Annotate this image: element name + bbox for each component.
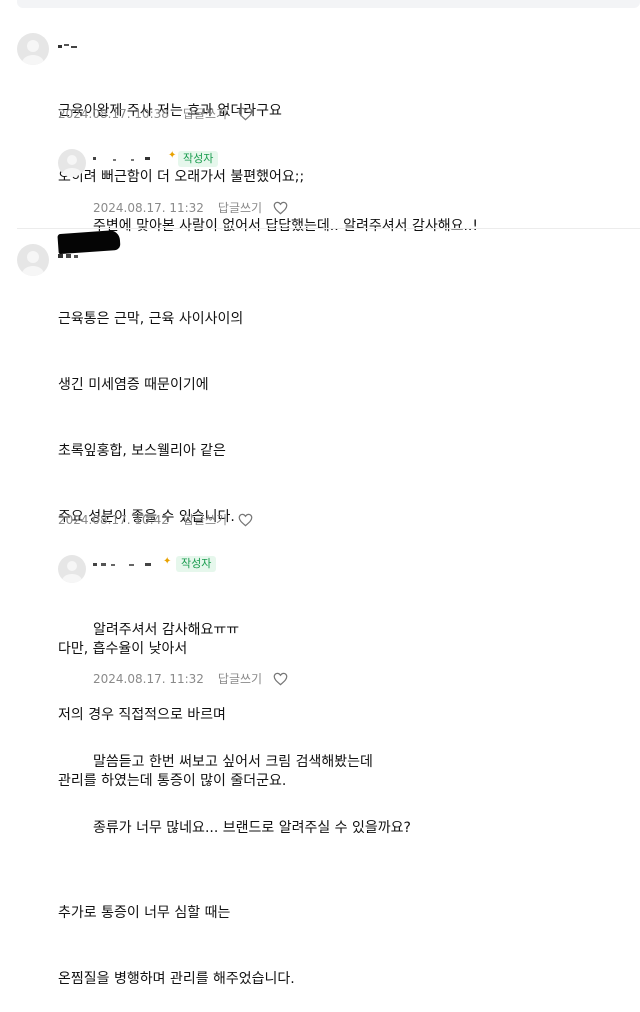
heart-outline-icon xyxy=(238,513,253,526)
heart-outline-icon xyxy=(273,201,288,214)
reply-line: 알려주셔서 감사해요ㅠㅠ xyxy=(93,622,240,638)
like-button[interactable] xyxy=(273,201,288,215)
username-blurred xyxy=(58,254,78,258)
avatar[interactable] xyxy=(58,555,86,583)
comment-date: 2024.08.17. 10:42 xyxy=(58,512,169,527)
comment-meta: 2024.08.17. 10:38 답글쓰기 xyxy=(58,105,253,122)
reply-date: 2024.08.17. 11:32 xyxy=(93,200,204,215)
comment-line: 생긴 미세염증 때문이기에 xyxy=(58,377,209,393)
like-button[interactable] xyxy=(238,107,253,121)
avatar[interactable] xyxy=(58,149,86,177)
like-button[interactable] xyxy=(273,672,288,686)
medal-icon: ✦ xyxy=(168,150,177,161)
reply-meta: 2024.08.17. 11:32 답글쓰기 xyxy=(93,670,288,687)
comment-line: 초록잎홍합, 보스웰리아 같은 xyxy=(58,443,226,459)
username-blurred xyxy=(58,44,77,48)
like-button[interactable] xyxy=(238,513,253,527)
reply-line: 말씀듣고 한번 써보고 싶어서 크림 검색해봤는데 xyxy=(93,754,373,770)
comment-date: 2024.08.17. 10:38 xyxy=(58,106,169,121)
avatar[interactable] xyxy=(17,244,49,276)
reply-button[interactable]: 답글쓰기 xyxy=(218,670,262,687)
reply-date: 2024.08.17. 11:32 xyxy=(93,671,204,686)
reply-meta: 2024.08.17. 11:32 답글쓰기 xyxy=(93,199,288,216)
default-user-icon xyxy=(62,155,82,177)
default-user-icon xyxy=(22,251,44,276)
heart-outline-icon xyxy=(238,107,253,120)
author-badge: 작성자 xyxy=(178,151,219,167)
default-user-icon xyxy=(22,40,44,65)
author-badge: 작성자 xyxy=(176,556,217,572)
comment-line: 온찜질을 병행하며 관리를 해주었습니다. xyxy=(58,971,295,987)
reply-button[interactable]: 답글쓰기 xyxy=(183,105,227,122)
top-panel-edge xyxy=(17,0,640,8)
comment-divider xyxy=(17,228,640,229)
medal-icon: ✦ xyxy=(163,556,172,567)
comment-line: 추가로 통증이 너무 심할 때는 xyxy=(58,905,231,921)
default-user-icon xyxy=(62,561,82,583)
comment-meta: 2024.08.17. 10:42 답글쓰기 xyxy=(58,511,253,528)
avatar[interactable] xyxy=(17,33,49,65)
username-blurred xyxy=(93,157,150,161)
username-blurred xyxy=(93,563,151,566)
reply-line xyxy=(93,685,411,707)
reply-line: 주변에 맞아본 사람이 없어서 답답했는데.. 알려주셔서 감사해요..! xyxy=(93,218,478,234)
heart-outline-icon xyxy=(273,672,288,685)
reply-button[interactable]: 답글쓰기 xyxy=(183,511,227,528)
reply-button[interactable]: 답글쓰기 xyxy=(218,199,262,216)
comment-line: 근육통은 근막, 근육 사이사이의 xyxy=(58,311,244,327)
reply-text: 알려주셔서 감사해요ㅠㅠ 말씀듣고 한번 써보고 싶어서 크림 검색해봤는데 종… xyxy=(93,575,411,861)
reply-line: 종류가 너무 많네요... 브랜드로 알려주실 수 있을까요? xyxy=(93,820,411,836)
